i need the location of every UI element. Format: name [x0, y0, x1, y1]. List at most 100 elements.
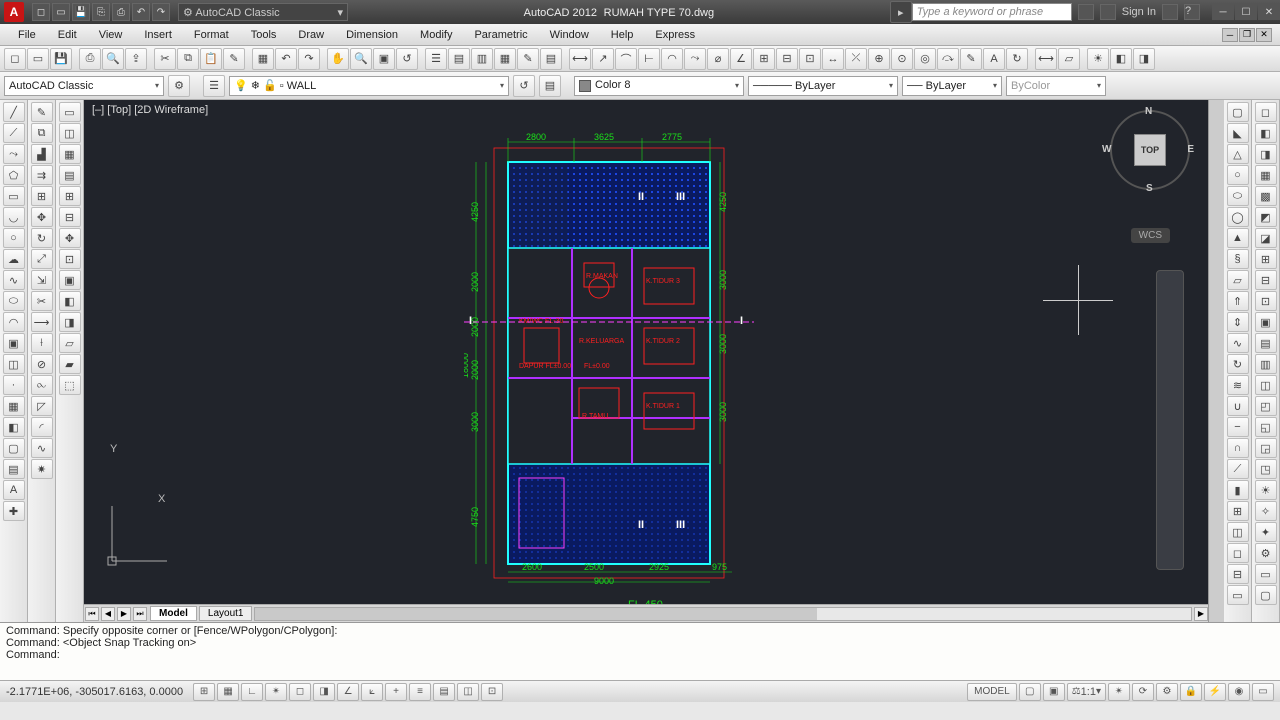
vs11-icon[interactable]: ▣	[1255, 312, 1277, 332]
menu-edit[interactable]: Edit	[48, 27, 87, 43]
shell-icon[interactable]: ◻	[1227, 543, 1249, 563]
do2-icon[interactable]: ◫	[59, 123, 81, 143]
hscrollbar[interactable]	[254, 607, 1192, 621]
dim-jogline-icon[interactable]: ⤼	[937, 48, 959, 70]
flatshot-icon[interactable]: ▭	[1227, 585, 1249, 605]
quickcalc-icon[interactable]: ▤	[540, 48, 562, 70]
new-icon[interactable]: ◻	[32, 3, 50, 21]
menu-dimension[interactable]: Dimension	[336, 27, 408, 43]
shade-icon[interactable]: ◨	[1133, 48, 1155, 70]
cmd-prompt[interactable]: Command:	[6, 649, 1274, 661]
isolate-icon[interactable]: ◉	[1228, 683, 1250, 701]
make-block-icon[interactable]: ◫	[3, 354, 25, 374]
menu-express[interactable]: Express	[645, 27, 705, 43]
cut-icon[interactable]: ✂	[154, 48, 176, 70]
snap-toggle[interactable]: ⊞	[193, 683, 215, 701]
point-icon[interactable]: ·	[3, 375, 25, 395]
menu-help[interactable]: Help	[601, 27, 644, 43]
explode-icon[interactable]: ✷	[31, 459, 53, 479]
ssm-icon[interactable]: ▦	[494, 48, 516, 70]
anno-vis-icon[interactable]: ✴	[1108, 683, 1130, 701]
sweep-icon[interactable]: ∿	[1227, 333, 1249, 353]
minimize-button[interactable]: ─	[1212, 4, 1234, 20]
presspull-icon[interactable]: ⇕	[1227, 312, 1249, 332]
viewport-label[interactable]: [–] [Top] [2D Wireframe]	[92, 104, 208, 116]
paste-icon[interactable]: 📋	[200, 48, 222, 70]
publish-icon[interactable]: ⇪	[125, 48, 147, 70]
move-icon[interactable]: ✥	[31, 207, 53, 227]
measure-area-icon[interactable]: ▱	[1058, 48, 1080, 70]
do14-icon[interactable]: ⬚	[59, 375, 81, 395]
vs4-icon[interactable]: ▦	[1255, 165, 1277, 185]
dim-cont-icon[interactable]: ⊡	[799, 48, 821, 70]
rectangle-icon[interactable]: ▭	[3, 186, 25, 206]
copy-icon[interactable]: ⧉	[177, 48, 199, 70]
tool-palette-icon[interactable]: ▥	[471, 48, 493, 70]
markup-icon[interactable]: ✎	[517, 48, 539, 70]
do5-icon[interactable]: ⊞	[59, 186, 81, 206]
fillet-icon[interactable]: ◜	[31, 417, 53, 437]
dim-ord-icon[interactable]: ⊢	[638, 48, 660, 70]
mdi-restore-button[interactable]: ❐	[1239, 28, 1255, 42]
pyramid-icon[interactable]: ▲	[1227, 228, 1249, 248]
vs22-icon[interactable]: ⚙	[1255, 543, 1277, 563]
join-icon[interactable]: ⧜	[31, 375, 53, 395]
subscription-icon[interactable]	[1100, 4, 1116, 20]
menu-insert[interactable]: Insert	[134, 27, 182, 43]
dim-jog-icon[interactable]: ⤳	[684, 48, 706, 70]
do11-icon[interactable]: ◨	[59, 312, 81, 332]
imprint-icon[interactable]: ⊞	[1227, 501, 1249, 521]
array-icon[interactable]: ⊞	[31, 186, 53, 206]
infocenter-arrow-icon[interactable]: ▸	[890, 1, 912, 23]
center-mark-icon[interactable]: ⊙	[891, 48, 913, 70]
quickview-dwgs-icon[interactable]: ▣	[1043, 683, 1065, 701]
vs1-icon[interactable]: ◻	[1255, 102, 1277, 122]
viewcube[interactable]: TOP N S E W	[1110, 110, 1190, 190]
menu-format[interactable]: Format	[184, 27, 239, 43]
vs5-icon[interactable]: ▩	[1255, 186, 1277, 206]
model-space-button[interactable]: MODEL	[967, 683, 1017, 701]
do12-icon[interactable]: ▱	[59, 333, 81, 353]
anno-auto-icon[interactable]: ⟳	[1132, 683, 1154, 701]
vs8-icon[interactable]: ⊞	[1255, 249, 1277, 269]
xline-icon[interactable]: ⟋	[3, 123, 25, 143]
redo-icon[interactable]: ↷	[152, 3, 170, 21]
dim-radius-icon[interactable]: ◠	[661, 48, 683, 70]
saveas-icon[interactable]: ⎘	[92, 3, 110, 21]
chamfer-icon[interactable]: ◸	[31, 396, 53, 416]
vs20-icon[interactable]: ✧	[1255, 501, 1277, 521]
circle-icon[interactable]: ○	[3, 228, 25, 248]
viewport[interactable]: [–] [Top] [2D Wireframe]	[84, 100, 1208, 604]
line-icon[interactable]: ╱	[3, 102, 25, 122]
hide-icon[interactable]: ◧	[1110, 48, 1132, 70]
slice-icon[interactable]: ⟋	[1227, 459, 1249, 479]
coordinates[interactable]: -2.1771E+06, -305017.6163, 0.0000	[6, 686, 183, 698]
vs21-icon[interactable]: ✦	[1255, 522, 1277, 542]
lineweight-dropdown[interactable]: ── ByLayer▾	[902, 76, 1002, 96]
wedge-icon[interactable]: ◣	[1227, 123, 1249, 143]
dim-linear-icon[interactable]: ⟷	[569, 48, 591, 70]
vs14-icon[interactable]: ◫	[1255, 375, 1277, 395]
table-icon[interactable]: ▤	[3, 459, 25, 479]
save-icon[interactable]: 💾	[72, 3, 90, 21]
layer-manager-icon[interactable]: ☰	[203, 75, 225, 97]
insert-block-icon[interactable]: ▣	[3, 333, 25, 353]
dim-edit-icon[interactable]: ✎	[960, 48, 982, 70]
ellipse-arc-icon[interactable]: ◠	[3, 312, 25, 332]
zoom-rt-icon[interactable]: 🔍	[350, 48, 372, 70]
vs23-icon[interactable]: ▭	[1255, 564, 1277, 584]
vs6-icon[interactable]: ◩	[1255, 207, 1277, 227]
dc-icon[interactable]: ▤	[448, 48, 470, 70]
vs15-icon[interactable]: ◰	[1255, 396, 1277, 416]
exchange-icon[interactable]	[1162, 4, 1178, 20]
do3-icon[interactable]: ▦	[59, 144, 81, 164]
arc-icon[interactable]: ◡	[3, 207, 25, 227]
do8-icon[interactable]: ⊡	[59, 249, 81, 269]
layer-dropdown[interactable]: 💡 ❄ 🔓 ▫ WALL▾	[229, 76, 509, 96]
workspace-settings-icon[interactable]: ⚙	[168, 75, 190, 97]
scale-icon[interactable]: ⤢	[31, 249, 53, 269]
block-editor-icon[interactable]: ▦	[252, 48, 274, 70]
sphere-icon[interactable]: ○	[1227, 165, 1249, 185]
inspect-icon[interactable]: ◎	[914, 48, 936, 70]
dim-arc-icon[interactable]: ⌒	[615, 48, 637, 70]
